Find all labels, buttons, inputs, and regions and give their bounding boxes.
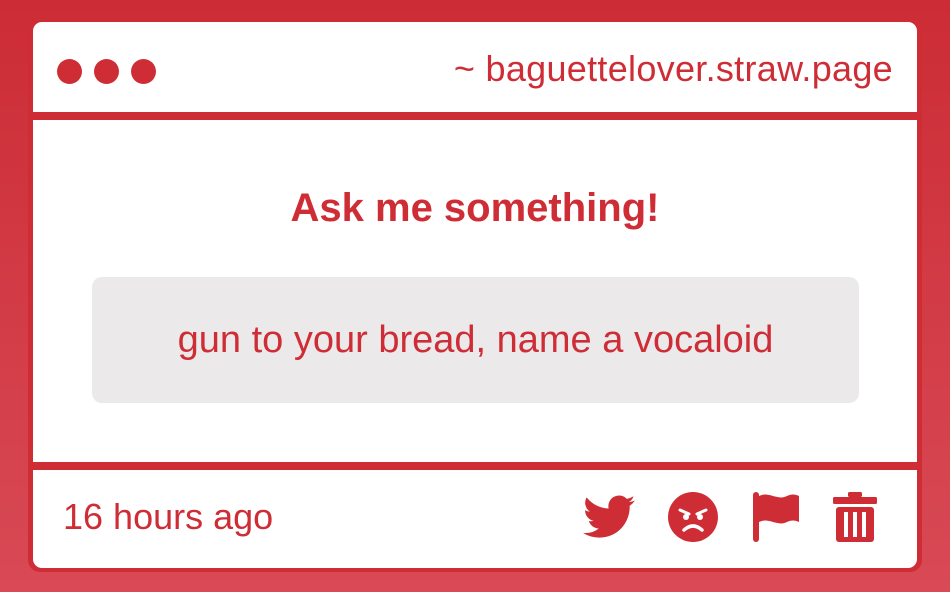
twitter-bird-icon: [583, 495, 635, 538]
angry-face-icon: [668, 492, 718, 542]
window-dot-1: [57, 59, 82, 84]
window-header: ~ baguettelover.straw.page: [33, 22, 917, 112]
window-dot-3: [131, 59, 156, 84]
react-button[interactable]: [667, 491, 719, 543]
ask-card: ~ baguettelover.straw.page Ask me someth…: [28, 18, 922, 572]
window-dot-2: [94, 59, 119, 84]
trash-icon: [833, 492, 877, 542]
twitter-share-button[interactable]: [583, 495, 635, 539]
question-box: gun to your bread, name a vocaloid: [92, 277, 859, 403]
flag-icon: [753, 492, 799, 542]
report-button[interactable]: [751, 490, 801, 544]
footer-bar: 16 hours ago: [33, 470, 917, 568]
timestamp: 16 hours ago: [63, 496, 274, 537]
question-panel: Ask me something! gun to your bread, nam…: [33, 120, 917, 462]
window-controls: [57, 59, 156, 84]
page-url[interactable]: ~ baguettelover.straw.page: [454, 48, 893, 90]
question-text: gun to your bread, name a vocaloid: [177, 318, 774, 361]
delete-button[interactable]: [833, 492, 877, 542]
action-buttons: [583, 490, 877, 544]
page-title: Ask me something!: [290, 186, 660, 230]
